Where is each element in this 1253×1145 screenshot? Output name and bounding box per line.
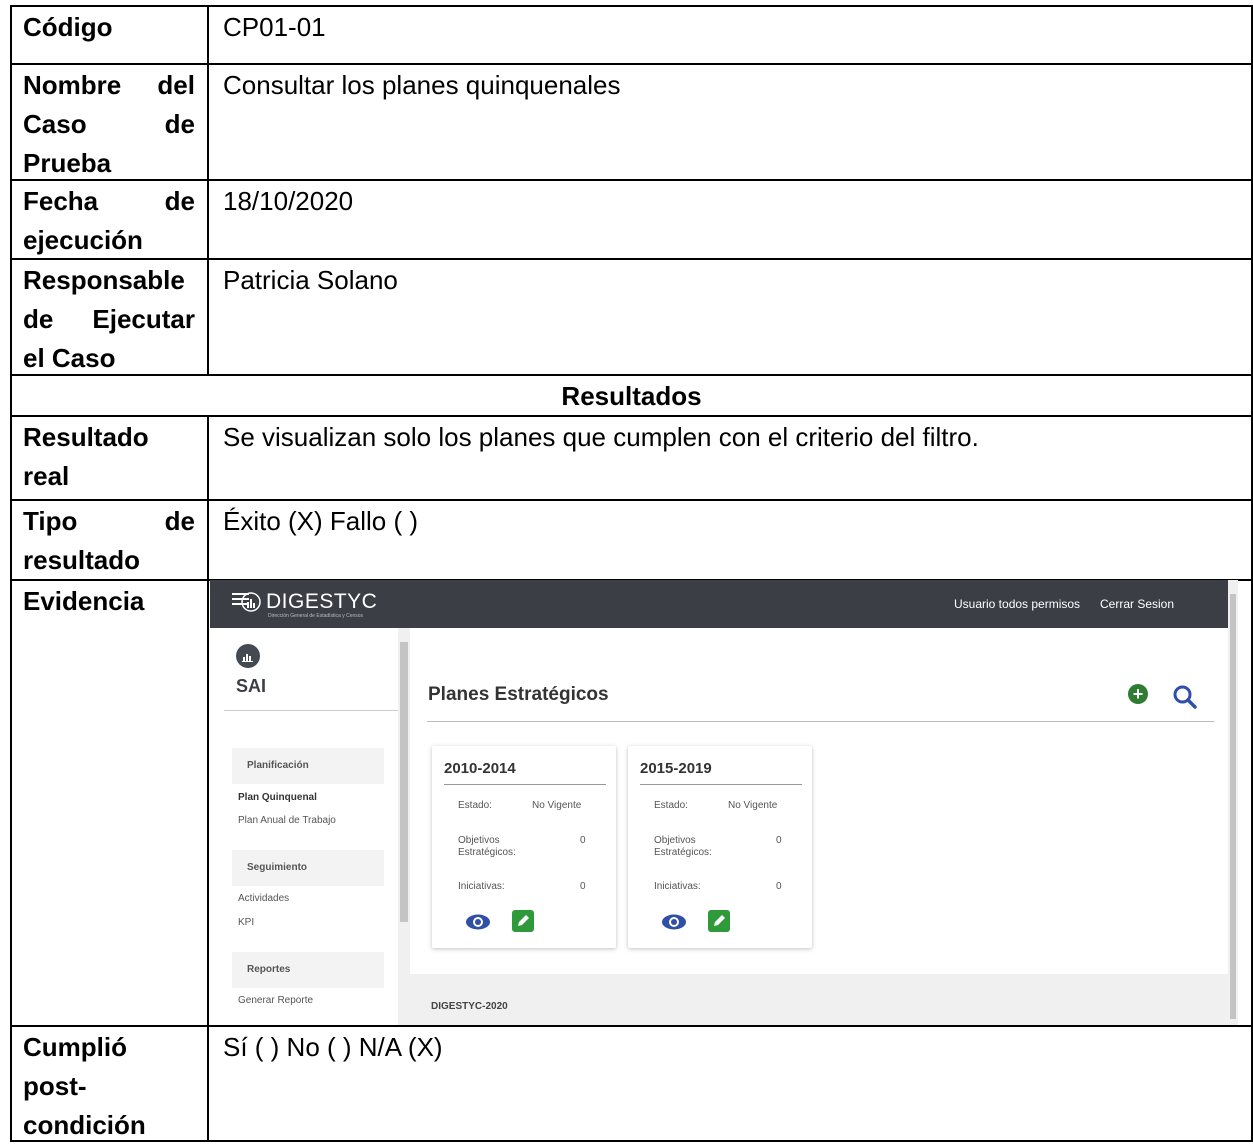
card-divider [640, 784, 802, 785]
sidebar-group-reportes: Reportes [232, 952, 384, 988]
sai-logo-icon [236, 644, 260, 668]
page-title: Planes Estratégicos [428, 684, 609, 705]
value-fecha: 18/10/2020 [223, 186, 354, 216]
label-responsable: Responsable de Ejecutar el Caso [23, 261, 195, 378]
objetivos-value: 0 [776, 835, 782, 846]
plan-period: 2010-2014 [444, 760, 516, 777]
edit-button[interactable] [708, 910, 730, 932]
digestyc-logo-icon [232, 592, 261, 612]
plan-period: 2015-2019 [640, 760, 712, 777]
objetivos-label: Objetivos Estratégicos: [654, 835, 712, 858]
card-divider [444, 784, 606, 785]
row-responsable: Responsable de Ejecutar el Caso Patricia… [10, 258, 1253, 376]
label-resultado-real-line-2: real [23, 461, 70, 491]
sidebar-group-label: Seguimiento [247, 862, 308, 873]
label-tipo: Tipo de resultado [23, 502, 195, 580]
objetivos-label: Objetivos Estratégicos: [458, 835, 516, 858]
label-tipo-line-1: Tipo de [23, 506, 195, 536]
sidebar-scrollbar-thumb[interactable] [400, 642, 408, 922]
app-logo[interactable]: DIGESTYC [232, 590, 377, 614]
add-plan-button[interactable]: + [1128, 684, 1148, 704]
sai-chart-icon [242, 654, 253, 662]
iniciativas-value: 0 [580, 881, 586, 892]
app-brand-subtitle: Dirección General de Estadística y Censo… [268, 613, 364, 619]
logout-link[interactable]: Cerrar Sesion [1100, 597, 1174, 611]
title-divider [427, 721, 1214, 722]
sidebar-group-planificacion: Planificación [232, 748, 384, 784]
label-nombre: Nombre del Caso de Prueba [23, 66, 195, 183]
sidebar-group-label: Reportes [247, 964, 291, 975]
label-cumplio: Cumplió post- condición [23, 1028, 195, 1145]
pencil-icon [518, 915, 529, 926]
sidebar-group-label: Planificación [247, 760, 309, 771]
label-resultado-real-line-1: Resultado [23, 422, 149, 452]
label-resultado-real: Resultado real [23, 418, 195, 496]
view-eye-icon[interactable] [465, 912, 491, 932]
value-responsable: Patricia Solano [223, 265, 398, 295]
label-codigo: Código [23, 12, 113, 42]
search-icon[interactable] [1172, 684, 1198, 710]
label-fecha: Fecha de ejecución [23, 182, 195, 260]
label-evidencia: Evidencia [23, 586, 145, 616]
main-scrollbar-thumb[interactable] [1230, 594, 1236, 1019]
plus-icon: + [1132, 684, 1144, 704]
label-responsable-line-1: Responsable [23, 265, 185, 295]
estado-value: No Vigente [728, 800, 778, 811]
label-cumplio-line-1: Cumplió [23, 1032, 127, 1062]
sidebar-item-generar-reporte[interactable]: Generar Reporte [238, 995, 313, 1006]
sidebar-divider [224, 710, 398, 711]
column-divider-bottom [207, 415, 209, 1142]
row-fecha: Fecha de ejecución 18/10/2020 [10, 179, 1253, 259]
row-cumplio: Cumplió post- condición Sí ( ) No ( ) N/… [10, 1025, 1253, 1145]
evidence-screenshot: DIGESTYC Dirección General de Estadístic… [210, 580, 1238, 1025]
row-tipo: Tipo de resultado Éxito (X) Fallo ( ) [10, 499, 1253, 581]
app-brand: DIGESTYC [266, 590, 378, 613]
label-fecha-line-1: Fecha de [23, 186, 195, 216]
table-border-left [10, 5, 12, 1142]
pencil-icon [714, 915, 725, 926]
sidebar-group-seguimiento: Seguimiento [232, 850, 384, 886]
row-resultados: Resultados [10, 374, 1253, 416]
row-nombre: Nombre del Caso de Prueba Consultar los … [10, 63, 1253, 181]
resultados-header: Resultados [561, 381, 702, 411]
footer-text: DIGESTYC-2020 [431, 1001, 508, 1012]
label-nombre-line-2: Caso de [23, 109, 195, 139]
label-tipo-line-2: resultado [23, 545, 141, 575]
objetivos-value: 0 [580, 835, 586, 846]
label-responsable-line-2: de Ejecutar [23, 304, 195, 334]
iniciativas-value: 0 [776, 881, 782, 892]
edit-button[interactable] [512, 910, 534, 932]
sidebar-item-plan-anual[interactable]: Plan Anual de Trabajo [238, 815, 336, 826]
row-resultado-real: Resultado real Se visualizan solo los pl… [10, 415, 1253, 501]
plan-card: 2010-2014 Estado: No Vigente Objetivos E… [432, 746, 616, 948]
row-codigo: Código CP01-01 [10, 5, 1253, 45]
label-nombre-line-3: Prueba [23, 148, 112, 178]
label-cumplio-line-2: post- [23, 1071, 87, 1101]
label-responsable-line-3: el Caso [23, 343, 116, 373]
sidebar-item-actividades[interactable]: Actividades [238, 893, 289, 904]
plan-card: 2015-2019 Estado: No Vigente Objetivos E… [628, 746, 812, 948]
value-nombre: Consultar los planes quinquenales [223, 70, 621, 100]
value-tipo: Éxito (X) Fallo ( ) [223, 506, 419, 536]
label-nombre-line-1: Nombre del [23, 70, 195, 100]
label-fecha-line-2: ejecución [23, 225, 143, 255]
value-codigo: CP01-01 [223, 12, 326, 42]
estado-value: No Vigente [532, 800, 582, 811]
value-resultado-real: Se visualizan solo los planes que cumple… [223, 422, 979, 452]
iniciativas-label: Iniciativas: [654, 881, 701, 892]
iniciativas-label: Iniciativas: [458, 881, 505, 892]
sidebar-item-plan-quinquenal[interactable]: Plan Quinquenal [238, 792, 317, 803]
view-eye-icon[interactable] [661, 912, 687, 932]
sidebar-title: SAI [236, 676, 267, 696]
estado-label: Estado: [458, 800, 492, 811]
estado-label: Estado: [654, 800, 688, 811]
column-divider-top [207, 5, 209, 376]
sidebar-item-kpi[interactable]: KPI [238, 917, 254, 928]
app-footer: DIGESTYC-2020 [410, 974, 1228, 1025]
current-user-link[interactable]: Usuario todos permisos [954, 597, 1080, 611]
value-cumplio: Sí ( ) No ( ) N/A (X) [223, 1032, 443, 1062]
